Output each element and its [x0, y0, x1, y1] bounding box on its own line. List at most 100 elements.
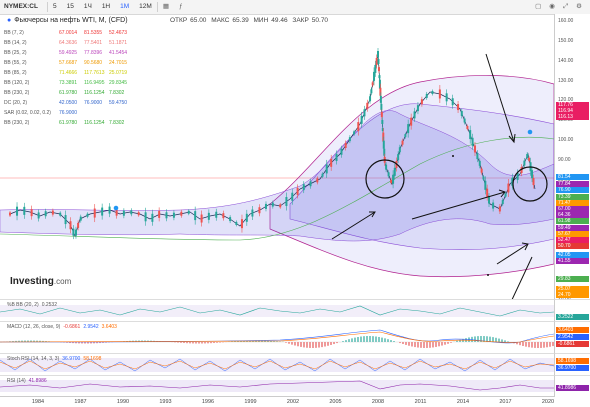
rsi-axis: 41.8986	[554, 375, 590, 397]
macd-hist-bar	[363, 336, 365, 342]
interval-1h[interactable]: 1Ч	[79, 0, 97, 14]
top-toolbar: NYMEX:CL 5 15 1Ч 1Н 1М 12М ▦ ƒ ▢ ◉ ⤢ ⚙	[0, 0, 590, 15]
candle-body	[526, 154, 528, 158]
candle-body	[340, 149, 342, 155]
interval-12m[interactable]: 12М	[134, 0, 157, 14]
price-tick: 100.00	[558, 137, 573, 143]
indicator-name: BB (120, 2)	[4, 78, 59, 88]
macd-hist-bar	[528, 342, 530, 347]
candle-body	[357, 122, 359, 131]
event-marker[interactable]	[528, 130, 533, 135]
indicator-row[interactable]: BB (25, 2)59.492577.839641.5454	[4, 48, 134, 58]
interval-15[interactable]: 15	[62, 0, 79, 14]
indicator-row[interactable]: BB (7, 2)67.001481.535552.4673	[4, 28, 134, 38]
interval-5[interactable]: 5	[48, 0, 62, 14]
indicator-value: 67.0014	[59, 28, 84, 38]
candle-body	[291, 193, 293, 201]
indicators-icon[interactable]: ƒ	[174, 0, 188, 14]
candle-body	[194, 211, 196, 220]
price-tag: 24.70	[556, 292, 589, 298]
macd-hist-bar	[507, 341, 509, 342]
candle-body	[235, 222, 237, 225]
candle-body	[528, 158, 530, 161]
macd-hist-bar	[414, 342, 416, 347]
candle-body	[326, 164, 328, 173]
indicator-row[interactable]: BB (230, 2)61.9780116.12547.8302	[4, 118, 134, 128]
candle-body	[87, 214, 89, 217]
year-label: 1990	[117, 399, 129, 405]
close-label: ЗАКР	[292, 17, 308, 24]
candle-body	[109, 207, 111, 214]
candle-body	[222, 213, 224, 218]
indicator-value: 24.7015	[109, 58, 134, 68]
candle-body	[421, 99, 423, 104]
macd-hist-bar	[366, 336, 368, 342]
macd-hist-bar	[189, 342, 191, 343]
indicator-row[interactable]: SAR (0.02, 0.02, 0.2)76.9000	[4, 108, 134, 118]
pane-tag: 41.8986	[556, 385, 589, 391]
macd-hist-bar	[426, 342, 428, 348]
event-marker[interactable]	[114, 206, 119, 211]
candle-body	[499, 206, 501, 211]
macd-hist-bar	[519, 342, 521, 345]
macd-hist-bar	[303, 342, 305, 347]
stochrsi-pane[interactable]: Stoch RSI (14, 14, 3, 3)36.970058.1698	[0, 353, 554, 376]
rsi-pane[interactable]: RSI (14)41.8986	[0, 375, 554, 397]
candle-body	[69, 221, 71, 229]
layout-icon[interactable]: ▢	[531, 0, 545, 14]
indicator-name: BB (230, 2)	[4, 88, 59, 98]
macd-hist-bar	[384, 338, 386, 342]
candle-body	[377, 59, 379, 64]
candle-body	[77, 223, 79, 228]
macd-hist-bar	[81, 342, 83, 343]
candle-body	[464, 119, 466, 123]
indicator-row[interactable]: BB (55, 2)57.668790.568024.7015	[4, 58, 134, 68]
year-label: 1987	[74, 399, 86, 405]
candle-body	[208, 213, 210, 220]
macd-hist-bar	[456, 341, 458, 342]
candle-body	[377, 51, 379, 57]
candles-icon[interactable]: ▦	[158, 0, 174, 14]
year-label: 2002	[287, 399, 299, 405]
macd-pane[interactable]: MACD (12, 26, close, 9)-0.68612.95423.64…	[0, 321, 554, 354]
price-tick: 130.00	[558, 78, 573, 84]
interval-1w[interactable]: 1Н	[97, 0, 115, 14]
interval-1m[interactable]: 1М	[115, 0, 134, 14]
indicator-row[interactable]: DC (20, 2)42.050076.900059.4750	[4, 98, 134, 108]
macd-hist-bar	[276, 341, 278, 342]
fullscreen-icon[interactable]: ⤢	[559, 0, 572, 14]
low-value: 49.46	[271, 17, 287, 24]
symbol-selector[interactable]: NYMEX:CL	[0, 0, 47, 14]
pctb-pane[interactable]: %B BB (20, 2)0.2532	[0, 299, 554, 322]
macd-hist-bar	[330, 342, 332, 345]
price-tick: 160.00	[558, 18, 573, 24]
macd-hist-bar	[177, 342, 179, 343]
pane-value: 0.2532	[42, 302, 57, 308]
year-label: 1996	[202, 399, 214, 405]
time-axis[interactable]: 1984198719901993199619992002200520082011…	[0, 396, 554, 407]
indicator-row[interactable]: BB (120, 2)73.3891116.949529.8345	[4, 78, 134, 88]
indicator-row[interactable]: BB (85, 2)71.4666117.761325.0719	[4, 68, 134, 78]
price-axis[interactable]: 160.00150.00140.00130.00120.00110.00100.…	[554, 14, 590, 299]
indicator-name: BB (85, 2)	[4, 68, 59, 78]
macd-hist-bar	[432, 342, 434, 347]
open-value: 65.00	[190, 17, 206, 24]
logo-brand: Investing	[10, 276, 54, 287]
candle-body	[258, 207, 260, 213]
indicator-row[interactable]: BB (14, 2)64.363677.540151.1871	[4, 38, 134, 48]
candle-body	[486, 189, 488, 197]
macd-hist-bar	[411, 342, 413, 346]
indicator-value: 51.1871	[109, 38, 134, 48]
candle-body	[330, 159, 332, 167]
macd-hist-bar	[471, 337, 473, 342]
camera-icon[interactable]: ◉	[545, 0, 559, 14]
candle-body	[229, 217, 231, 221]
macd-hist-bar	[186, 342, 188, 343]
close-value: 50.70	[312, 17, 328, 24]
candle-body	[45, 211, 47, 216]
indicator-row[interactable]: BB (230, 2)61.9780116.12547.8302	[4, 88, 134, 98]
pane-tag: 58.1698	[556, 358, 589, 364]
indicator-value: 76.9000	[84, 98, 109, 108]
settings-icon[interactable]: ⚙	[572, 0, 586, 14]
macd-hist-bar	[357, 337, 359, 342]
